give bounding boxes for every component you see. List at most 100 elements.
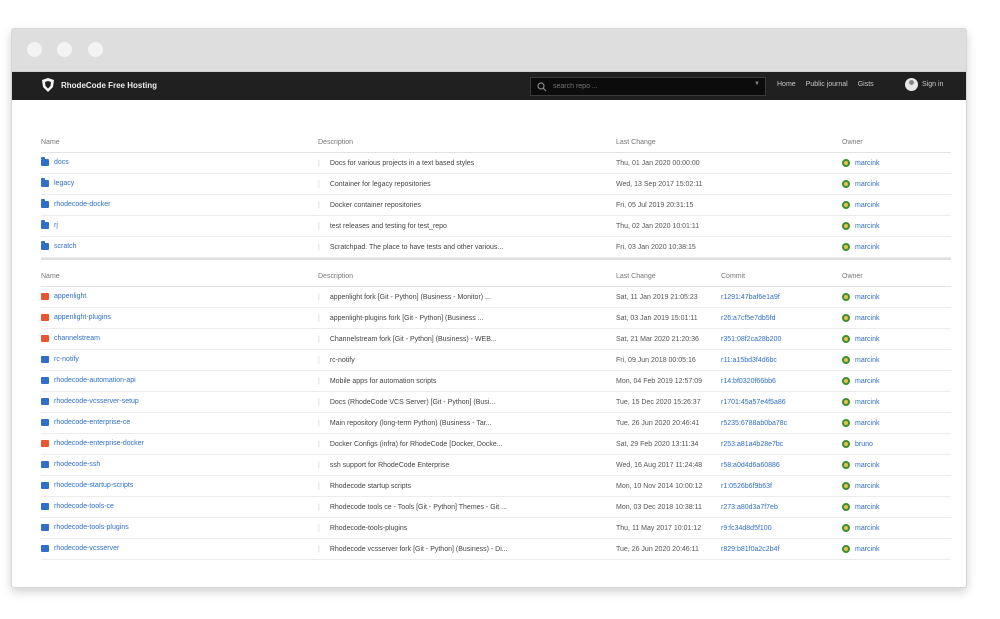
repo-link[interactable]: rhodecode-automation-api bbox=[41, 376, 136, 384]
col-header-description[interactable]: Description bbox=[318, 266, 616, 287]
table-row[interactable]: scratch | Scratchpad. The place to have te… bbox=[41, 236, 951, 258]
repo-icon bbox=[41, 418, 49, 426]
col-header-name[interactable]: Name bbox=[41, 132, 318, 153]
name-cell: rhodecode-vcsserver bbox=[41, 538, 318, 560]
nav-gists-link[interactable]: Gists bbox=[858, 81, 874, 88]
commit-link[interactable]: r829:b81f0a2c2b4f bbox=[721, 546, 779, 553]
nav-home-link[interactable]: Home bbox=[777, 81, 796, 88]
repo-link[interactable]: rhodecode-enterprise-ce bbox=[41, 418, 130, 426]
commit-link[interactable]: r253:a81a4b28e7bc bbox=[721, 441, 783, 448]
table-row[interactable]: appenlight-plugins | appenlight-plugins fo… bbox=[41, 307, 951, 329]
repo-icon bbox=[41, 439, 49, 447]
owner-link[interactable]: marcink bbox=[842, 243, 951, 251]
owner-link[interactable]: marcink bbox=[842, 377, 951, 385]
owner-link[interactable]: marcink bbox=[842, 180, 951, 188]
commit-link[interactable]: r1:0526b6f9b63f bbox=[721, 483, 772, 490]
repo-link[interactable]: appenlight-plugins bbox=[41, 313, 111, 321]
group-link[interactable]: rj bbox=[41, 219, 58, 229]
name-cell: appenlight bbox=[41, 286, 318, 308]
owner-link[interactable]: bruno bbox=[842, 440, 951, 448]
col-header-owner[interactable]: Owner bbox=[842, 266, 951, 287]
commit-link[interactable]: r273:a80d3a7f7eb bbox=[721, 504, 778, 511]
owner-link[interactable]: marcink bbox=[842, 335, 951, 343]
table-row[interactable]: rj | test releases and testing for test_re… bbox=[41, 215, 951, 237]
table-row[interactable]: rhodecode-vcsserver-setup | Docs (RhodeCod… bbox=[41, 391, 951, 413]
commit-link[interactable]: r14:bf0320f66bb6 bbox=[721, 378, 776, 385]
owner-link[interactable]: marcink bbox=[842, 482, 951, 490]
col-header-description[interactable]: Description bbox=[318, 132, 616, 153]
owner-link[interactable]: marcink bbox=[842, 314, 951, 322]
owner-link[interactable]: marcink bbox=[842, 461, 951, 469]
owner-link[interactable]: marcink bbox=[842, 419, 951, 427]
repo-link[interactable]: channelstream bbox=[41, 334, 100, 342]
table-row[interactable]: legacy | Container for legacy repositories… bbox=[41, 173, 951, 195]
table-row[interactable]: rhodecode-tools-ce | Rhodecode tools ce - … bbox=[41, 496, 951, 518]
repo-link[interactable]: rhodecode-vcsserver-setup bbox=[41, 397, 139, 405]
commit-link[interactable]: r11:a15bd3f4d6bc bbox=[721, 357, 777, 364]
col-header-commit[interactable]: Commit bbox=[721, 266, 842, 287]
group-link[interactable]: scratch bbox=[41, 240, 77, 250]
folder-icon bbox=[41, 240, 49, 250]
commit-link[interactable]: r9:fc34d8d5f100 bbox=[721, 525, 772, 532]
owner-cell: marcink bbox=[842, 475, 951, 497]
repo-link[interactable]: rhodecode-tools-ce bbox=[41, 502, 114, 510]
table-row[interactable]: channelstream | Channelstream fork [Git - … bbox=[41, 328, 951, 350]
brand-logo[interactable]: RhodeCode Free Hosting bbox=[40, 77, 157, 93]
table-row[interactable]: appenlight | appenlight fork [Git - Python… bbox=[41, 286, 951, 308]
table-row[interactable]: rhodecode-enterprise-ce | Main repository … bbox=[41, 412, 951, 434]
last-change-cell: Fri, 09 Jun 2018 00:05:16 bbox=[616, 349, 721, 371]
commit-link[interactable]: r26:a7cf5e7db5fd bbox=[721, 315, 776, 322]
nav-public-journal-link[interactable]: Public journal bbox=[806, 81, 848, 88]
search-input[interactable] bbox=[551, 82, 735, 91]
commit-link[interactable]: r351:08f2ca28b200 bbox=[721, 336, 781, 343]
owner-link[interactable]: marcink bbox=[842, 222, 951, 230]
commit-link[interactable]: r58:a0d4d6a60886 bbox=[721, 462, 780, 469]
table-row[interactable]: rc-notify | rc-notify Fri, 09 Jun 2018 00:0… bbox=[41, 349, 951, 371]
repo-link[interactable]: rhodecode-startup-scripts bbox=[41, 481, 133, 489]
owner-link[interactable]: marcink bbox=[842, 293, 951, 301]
owner-link[interactable]: marcink bbox=[842, 503, 951, 511]
table-row[interactable]: rhodecode-docker | Docker container reposi… bbox=[41, 194, 951, 216]
group-link[interactable]: rhodecode-docker bbox=[41, 198, 110, 208]
group-link[interactable]: legacy bbox=[41, 177, 74, 187]
repo-link[interactable]: rhodecode-vcsserver bbox=[41, 544, 119, 552]
table-row[interactable]: rhodecode-vcsserver | Rhodecode vcsserver … bbox=[41, 538, 951, 560]
col-header-owner[interactable]: Owner bbox=[842, 132, 951, 153]
repo-link[interactable]: rhodecode-enterprise-docker bbox=[41, 439, 144, 447]
owner-link[interactable]: marcink bbox=[842, 524, 951, 532]
repo-link[interactable]: rc-notify bbox=[41, 355, 79, 363]
owner-link[interactable]: marcink bbox=[842, 159, 951, 167]
commit-link[interactable]: r1291:47baf6e1a9f bbox=[721, 294, 780, 301]
owner-link[interactable]: marcink bbox=[842, 398, 951, 406]
col-header-last-change[interactable]: Last Change bbox=[616, 266, 721, 287]
table-row[interactable]: rhodecode-tools-plugins | Rhodecode-tools-… bbox=[41, 517, 951, 539]
table-row[interactable]: rhodecode-automation-api | Mobile apps for… bbox=[41, 370, 951, 392]
window-minimize-dot[interactable] bbox=[57, 42, 72, 57]
nav-links: Home Public journal Gists bbox=[777, 81, 884, 88]
owner-link[interactable]: marcink bbox=[842, 201, 951, 209]
col-header-name[interactable]: Name bbox=[41, 266, 318, 287]
owner-link[interactable]: marcink bbox=[842, 545, 951, 553]
repo-link[interactable]: rhodecode-ssh bbox=[41, 460, 100, 468]
owner-name: bruno bbox=[855, 440, 873, 448]
window-maximize-dot[interactable] bbox=[88, 42, 103, 57]
separator: | bbox=[318, 180, 320, 188]
search-box[interactable]: ▼ bbox=[530, 77, 766, 96]
table-row[interactable]: rhodecode-ssh | ssh support for RhodeCode … bbox=[41, 454, 951, 476]
chevron-down-icon[interactable]: ▼ bbox=[754, 81, 760, 87]
owner-link[interactable]: marcink bbox=[842, 356, 951, 364]
table-row[interactable]: docs | Docs for various projects in a text… bbox=[41, 152, 951, 174]
table-row[interactable]: rhodecode-startup-scripts | Rhodecode star… bbox=[41, 475, 951, 497]
col-header-last-change[interactable]: Last Change bbox=[616, 132, 842, 153]
repo-link[interactable]: appenlight bbox=[41, 292, 86, 300]
sign-in-button[interactable]: Sign in bbox=[905, 78, 943, 91]
commit-link[interactable]: r1701:45a57e4f5a86 bbox=[721, 399, 786, 406]
group-link[interactable]: docs bbox=[41, 156, 69, 166]
commit-link[interactable]: r5235:6788ab0ba78c bbox=[721, 420, 787, 427]
repo-link[interactable]: rhodecode-tools-plugins bbox=[41, 523, 129, 531]
owner-cell: marcink bbox=[842, 370, 951, 392]
last-change-cell: Tue, 26 Jun 2020 20:46:11 bbox=[616, 538, 721, 560]
repo-icon bbox=[41, 376, 49, 384]
table-row[interactable]: rhodecode-enterprise-docker | Docker Confi… bbox=[41, 433, 951, 455]
window-close-dot[interactable] bbox=[27, 42, 42, 57]
